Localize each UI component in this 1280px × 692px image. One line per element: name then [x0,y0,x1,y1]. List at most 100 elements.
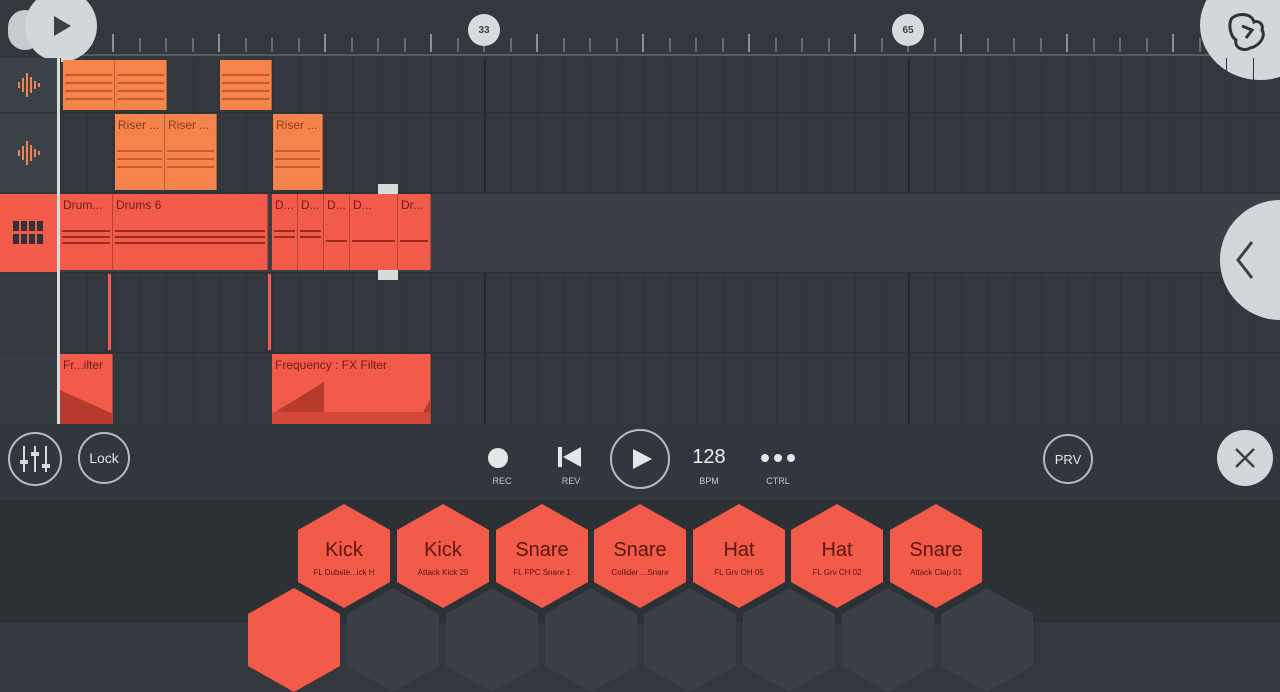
drum-pad-empty[interactable] [941,588,1033,692]
mixer-button[interactable] [8,432,62,486]
drum-pad-snare-3[interactable]: Snare Attack Clap 01 [890,504,982,608]
mixer-sliders-icon [20,446,50,472]
ruler-tick [191,38,194,52]
ruler-tick [933,38,936,52]
drum-pad-kick-1[interactable]: Kick FL Dubste...ick H [298,504,390,608]
drum-pad-empty[interactable] [446,588,538,692]
ctrl-label: CTRL [766,476,790,486]
pattern-clip[interactable]: Dr... [398,194,431,270]
pattern-clip[interactable]: D... [350,194,398,270]
clip-marker[interactable] [268,274,271,350]
audio-clip[interactable] [63,60,115,110]
pattern-clip[interactable]: D... [324,194,350,270]
ruler-tick [827,38,830,52]
bar-marker-33[interactable]: 33 [468,14,500,46]
ruler-tick [403,38,406,52]
ruler-tick [1145,38,1148,52]
track-header-5[interactable] [0,354,58,424]
ruler-tick [297,38,300,52]
ruler-tick [748,34,750,52]
pattern-clip[interactable]: Drum... [60,194,113,270]
fruit-logo-icon [1228,13,1265,52]
track-lane-5[interactable]: Fr...ilter Frequency : FX Filter [60,354,1280,425]
more-dots-icon[interactable] [760,453,796,463]
preview-button[interactable]: PRV [1043,434,1093,484]
selection-handle-top[interactable] [378,184,398,194]
drum-pad-snare-2[interactable]: Snare Collider ...Snare [594,504,686,608]
drum-pad-kick-2[interactable]: Kick Attack Kick 29 [397,504,489,608]
ruler-tick [880,38,883,52]
drum-pads: Kick FL Dubste...ick H Kick Attack Kick … [0,500,1280,692]
timeline-ruler[interactable]: 33 65 [0,0,1280,58]
automation-clip-frequency-fx-filter[interactable]: Frequency : FX Filter [272,354,431,424]
ruler-tick [1092,38,1095,52]
ruler-tick [1039,38,1042,52]
ruler-tick [960,34,962,52]
track-lane-1[interactable] [60,58,1280,113]
play-icon [633,449,652,469]
playlist[interactable]: Riser ... Riser ... Riser ... Drum... Dr… [0,58,1280,425]
audio-clip-riser[interactable]: Riser ... [273,114,323,190]
play-icon [54,16,71,36]
ruler-tick [509,38,512,52]
step-sequencer-icon [13,221,43,244]
ruler-tick [668,38,671,52]
track-header-1[interactable] [0,58,58,112]
ruler-tick [774,38,777,52]
pattern-clip[interactable]: D... [298,194,324,270]
close-icon [1235,448,1255,468]
bpm-label: BPM [699,476,719,486]
track-lane-3[interactable]: Drum... Drums 6 D... D... D... D... Dr..… [60,184,1280,280]
track-lane-4[interactable] [60,274,1280,353]
drum-pad-empty[interactable] [842,588,934,692]
track-header-2[interactable] [0,114,58,192]
playhead[interactable] [57,58,60,424]
record-icon[interactable] [488,448,508,468]
ruler-tick [695,38,697,52]
ruler-tick [986,38,989,52]
audio-clip[interactable] [115,60,167,110]
drum-pad-snare-1[interactable]: Snare FL FPC Snare 1 [496,504,588,608]
ruler-tick [377,38,379,52]
rec-label: REC [492,476,512,486]
audio-clip[interactable] [220,60,272,110]
automation-curve-icon [272,382,430,424]
transport-play-button[interactable] [610,429,670,489]
pattern-clip-drums-6[interactable]: Drums 6 [113,194,268,270]
drum-pad-hat-2[interactable]: Hat FL Grv CH 02 [791,504,883,608]
close-button[interactable] [1217,430,1273,486]
pattern-clip[interactable]: D... [272,194,298,270]
rev-label: REV [561,476,581,486]
automation-clip[interactable]: Fr...ilter [60,354,113,424]
audio-clip-riser[interactable]: Riser ... [165,114,217,190]
rewind-icon[interactable] [557,446,583,468]
track-header-3[interactable] [0,194,58,272]
ruler-tick [615,38,618,52]
automation-curve-icon [60,390,112,424]
drum-pad-hat-1[interactable]: Hat FL Grv OH 05 [693,504,785,608]
track-lane-2[interactable]: Riser ... Riser ... Riser ... [60,114,1280,193]
ruler-tick [350,38,353,52]
drum-pad-empty[interactable] [347,588,439,692]
drum-pad-empty[interactable] [248,588,340,692]
audio-clip-riser[interactable]: Riser ... [115,114,165,190]
bar-marker-65[interactable]: 65 [892,14,924,46]
drum-pad-empty[interactable] [545,588,637,692]
ruler-tick [562,38,565,52]
chevron-left-icon [1236,241,1254,279]
clip-marker[interactable] [108,274,111,350]
ruler-tick [138,38,141,52]
ruler-tick [1119,38,1121,52]
track-header-4[interactable] [0,274,58,352]
ruler-tick [854,34,856,52]
lock-button[interactable]: Lock [78,432,130,484]
ruler-tick [801,38,803,52]
drum-pad-empty[interactable] [644,588,736,692]
ruler-tick [536,34,538,52]
bpm-value: 128 [692,446,726,468]
ruler-tick [721,38,724,52]
ruler-tick [642,34,644,52]
ruler-tick [218,34,220,52]
drum-pad-empty[interactable] [743,588,835,692]
ruler-tick [324,34,326,52]
